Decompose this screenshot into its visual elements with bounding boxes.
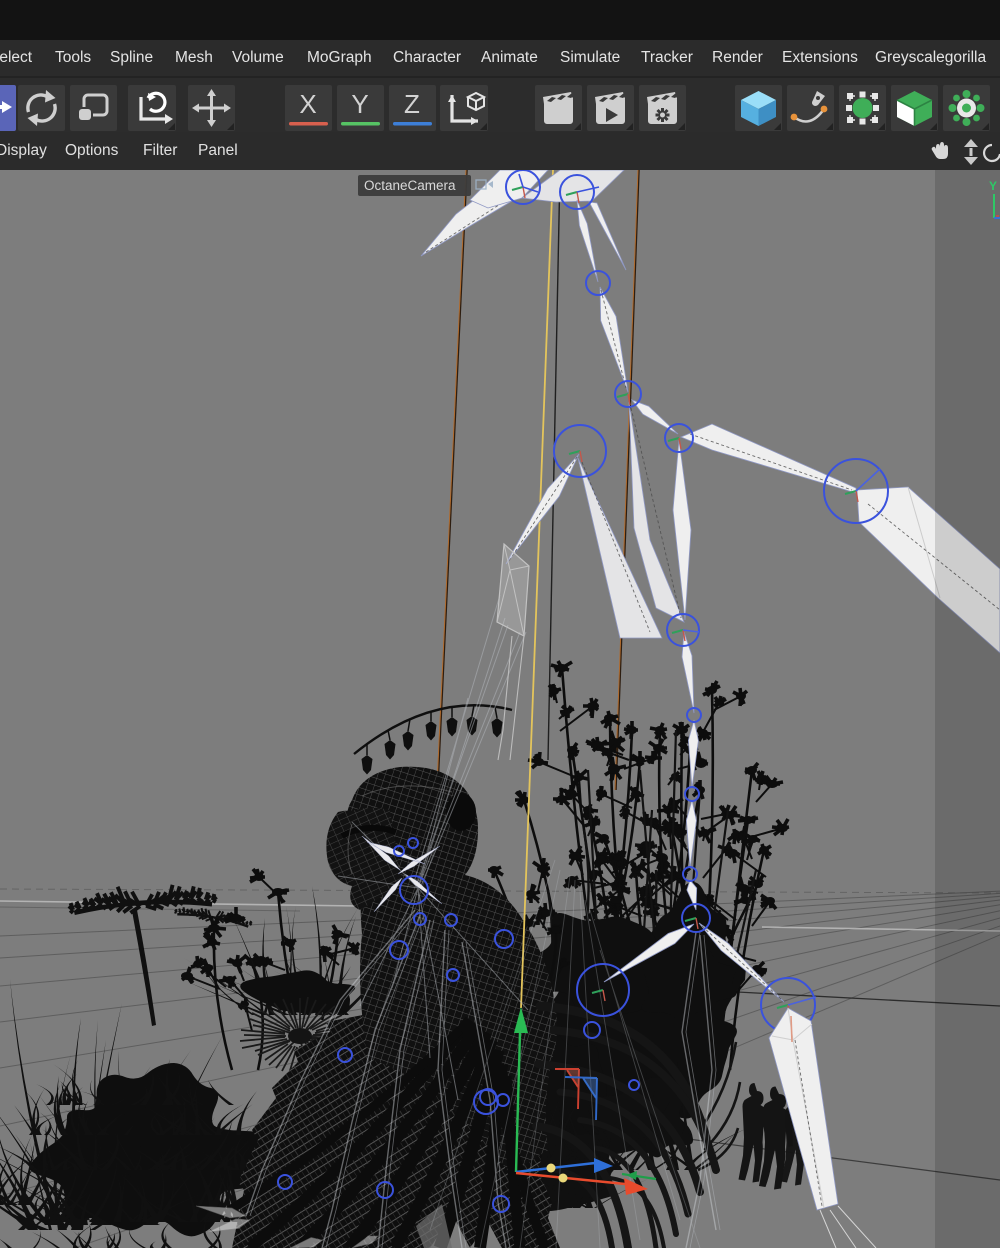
svg-text:Z: Z [404, 89, 420, 119]
svg-text:X: X [299, 89, 316, 119]
svg-text:Y: Y [351, 89, 368, 119]
svg-text:Y: Y [989, 179, 997, 193]
svg-text:OctaneCamera: OctaneCamera [364, 178, 456, 193]
